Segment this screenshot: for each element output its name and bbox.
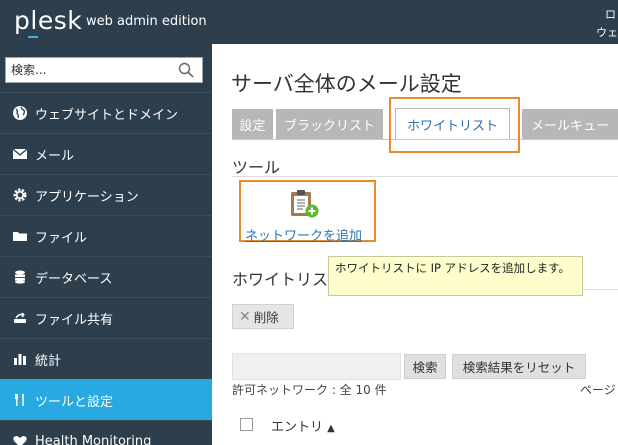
- sidebar-item-health-monitoring[interactable]: Health Monitoring: [0, 420, 212, 445]
- sidebar-item-label: 統計: [35, 353, 62, 369]
- gear-icon: [13, 188, 27, 202]
- health-icon: [13, 436, 27, 445]
- plesk-logo[interactable]: plesk: [14, 6, 82, 35]
- top-right-text-2[interactable]: ウェ: [596, 24, 618, 40]
- sidebar-item-applications[interactable]: アプリケーション: [0, 174, 212, 215]
- tools-icon: [15, 394, 24, 406]
- bar-chart-icon: [14, 354, 26, 365]
- reset-search-button[interactable]: 検索結果をリセット: [452, 354, 586, 379]
- sidebar-search: [5, 57, 203, 83]
- mail-icon: [12, 148, 28, 159]
- select-all-checkbox[interactable]: [240, 418, 253, 431]
- delete-button[interactable]: ✕ 削除: [232, 304, 294, 329]
- sidebar-item-label: Health Monitoring: [35, 433, 152, 445]
- sidebar-nav: ウェブサイトとドメイン メール アプリケーション ファイル データベース ファイ…: [0, 92, 212, 445]
- table-header: エントリ ▲: [232, 412, 618, 442]
- page-label: ページ: [580, 383, 616, 397]
- tab-mail-queue[interactable]: メールキュー: [522, 109, 618, 139]
- tools-heading: ツール: [232, 158, 281, 177]
- sidebar: ウェブサイトとドメイン メール アプリケーション ファイル: [0, 44, 212, 445]
- column-header-entry[interactable]: エントリ ▲: [271, 416, 335, 435]
- highlight-box-whitelist-tab: [389, 97, 520, 153]
- sidebar-search-input[interactable]: [11, 59, 171, 81]
- logo-accent: [28, 36, 38, 38]
- main-content: サーバ全体のメール設定 設定 ブラックリスト ホワイトリスト メールキュー ツー…: [212, 44, 618, 445]
- sidebar-item-file-sharing[interactable]: ファイル共有: [0, 297, 212, 338]
- add-network-link[interactable]: ネットワークを追加: [245, 225, 362, 244]
- clipboard-add-icon[interactable]: [288, 188, 320, 220]
- tab-blacklist[interactable]: ブラックリスト: [276, 109, 383, 139]
- column-header-label: エントリ: [271, 420, 324, 435]
- folder-icon: [13, 232, 27, 241]
- sidebar-item-label: ツールと設定: [35, 394, 114, 410]
- allowed-network-count: 許可ネットワーク : 全 10 件: [232, 383, 387, 397]
- top-bar: plesk web admin edition ロ ウェ: [0, 0, 618, 44]
- sidebar-item-files[interactable]: ファイル: [0, 215, 212, 256]
- sidebar-item-databases[interactable]: データベース: [0, 256, 212, 297]
- file-share-icon: [14, 312, 26, 323]
- list-search-field: [232, 353, 401, 380]
- sidebar-item-label: データベース: [35, 271, 113, 287]
- sidebar-item-label: アプリケーション: [35, 189, 139, 205]
- database-icon: [15, 270, 25, 284]
- search-icon[interactable]: [178, 62, 194, 78]
- delete-button-label: 削除: [253, 310, 279, 325]
- edition-label: web admin edition: [86, 14, 207, 29]
- delete-icon: ✕: [239, 308, 251, 325]
- sidebar-item-websites[interactable]: ウェブサイトとドメイン: [0, 92, 212, 133]
- sidebar-item-statistics[interactable]: 統計: [0, 338, 212, 379]
- sidebar-item-mail[interactable]: メール: [0, 133, 212, 174]
- sort-ascending-icon: ▲: [327, 423, 335, 434]
- sidebar-item-label: ウェブサイトとドメイン: [35, 107, 179, 123]
- page-title: サーバ全体のメール設定: [231, 72, 462, 96]
- sidebar-item-label: メール: [35, 148, 75, 164]
- tab-settings[interactable]: 設定: [232, 109, 273, 139]
- globe-icon: [13, 106, 27, 120]
- sidebar-item-label: ファイル: [35, 230, 88, 246]
- tools-divider: [232, 176, 618, 177]
- add-network-tooltip: ホワイトリストに IP アドレスを追加します。: [328, 256, 583, 296]
- search-button[interactable]: 検索: [404, 354, 446, 379]
- top-right-text-1[interactable]: ロ: [605, 6, 616, 22]
- sidebar-item-label: ファイル共有: [35, 312, 114, 328]
- sidebar-item-tools-settings[interactable]: ツールと設定: [0, 379, 212, 420]
- list-search-input[interactable]: [233, 354, 400, 379]
